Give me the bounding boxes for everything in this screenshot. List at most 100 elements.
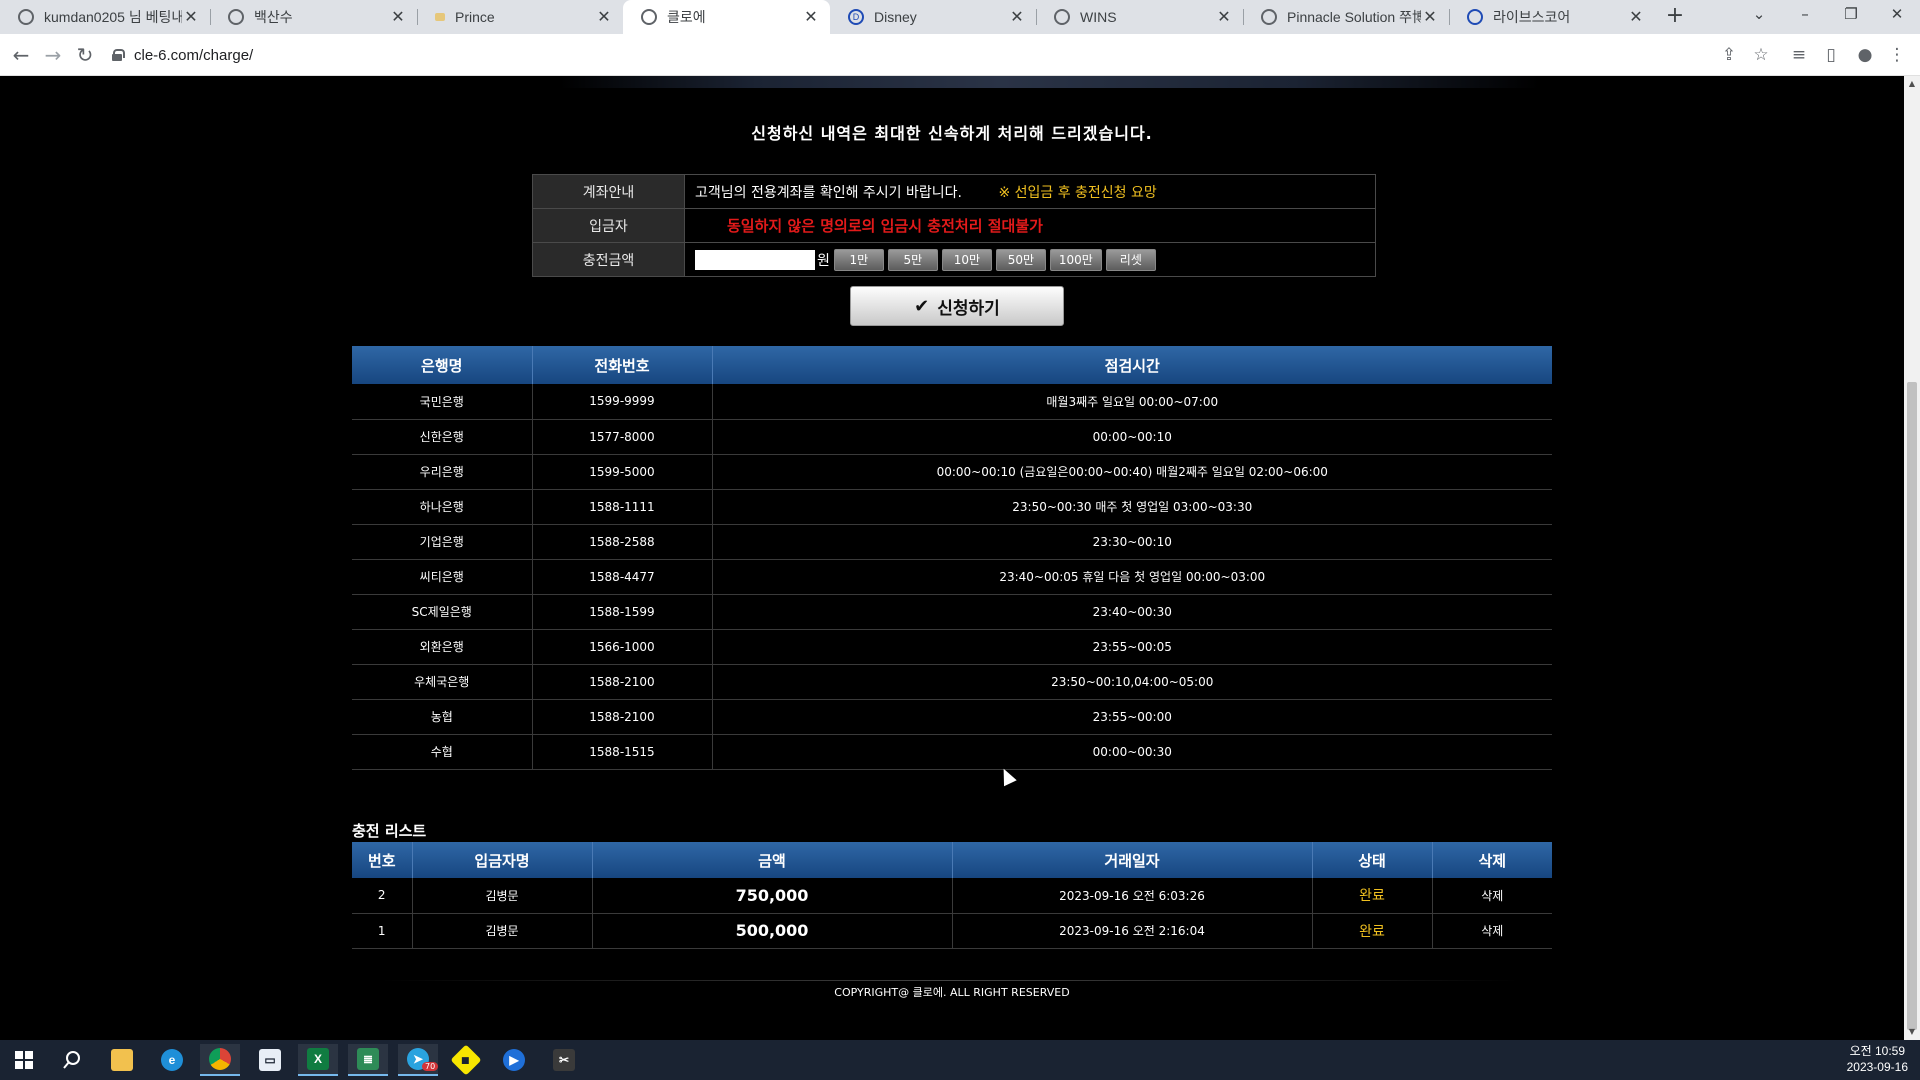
amount-cell: 500,000 <box>592 913 953 949</box>
tool-icon[interactable]: ✂ <box>544 1044 584 1076</box>
bank-name-cell: 외환은행 <box>352 629 533 665</box>
tab-prince[interactable]: Prince ✕ <box>417 0 623 34</box>
address-bar[interactable]: cle-6.com/charge/ <box>112 39 1672 71</box>
remote-icon[interactable]: ▶ <box>494 1044 534 1076</box>
status-badge: 완료 <box>1312 878 1433 914</box>
banner-image <box>560 76 1540 88</box>
share-icon[interactable]: ⇪ <box>1716 42 1742 68</box>
row-number-cell: 1 <box>352 913 413 949</box>
telegram-icon[interactable]: ➤ 70 <box>398 1044 439 1076</box>
phone-cell: 1588-2100 <box>532 699 713 735</box>
amount-10k-button[interactable]: 1만 <box>833 248 884 271</box>
tab-title: 백산수 <box>254 9 293 25</box>
delete-button[interactable]: 삭제 <box>1432 913 1552 949</box>
close-icon[interactable]: ✕ <box>1421 7 1439 27</box>
amount-1m-button[interactable]: 100만 <box>1049 248 1102 271</box>
account-note: ※ 선입금 후 충전신청 요망 <box>998 184 1157 201</box>
system-clock[interactable]: 오전 10:59 2023-09-16 <box>1847 1043 1908 1075</box>
table-row: SC제일은행 1588-1599 23:40~00:30 <box>352 594 1552 630</box>
amount-50k-button[interactable]: 5만 <box>887 248 938 271</box>
table-row: 수협 1588-1515 00:00~00:30 <box>352 734 1552 770</box>
profile-avatar-icon[interactable]: ● <box>1852 42 1878 68</box>
clock-time: 오전 10:59 <box>1849 1044 1906 1058</box>
tab-chloe[interactable]: 클로에 ✕ <box>623 0 830 34</box>
column-header-no: 번호 <box>352 842 413 878</box>
table-row: 국민은행 1599-9999 매월3째주 일요일 00:00~07:00 <box>352 384 1552 420</box>
amount-row: 충전금액 원 1만 5만 10만 50만 100만 리셋 <box>532 242 1376 277</box>
globe-icon <box>1261 9 1277 25</box>
app-window-icon[interactable]: ▭ <box>250 1044 290 1076</box>
currency-unit: 원 <box>817 252 830 269</box>
bookmark-star-icon[interactable]: ☆ <box>1748 42 1774 68</box>
bank-name-cell: SC제일은행 <box>352 594 533 630</box>
minimize-button[interactable]: – <box>1782 0 1828 30</box>
tab-kumdan[interactable]: kumdan0205 님 베팅내역 ✕ <box>0 0 210 34</box>
maintenance-time-cell: 23:50~00:10,04:00~05:00 <box>712 664 1552 700</box>
menu-kebab-icon[interactable]: ⋮ <box>1884 42 1910 68</box>
new-tab-button[interactable]: + <box>1662 4 1688 30</box>
side-panel-icon[interactable]: ▯ <box>1818 42 1844 68</box>
table-row: 하나은행 1588-1111 23:50~00:30 매주 첫 영업일 03:00~… <box>352 489 1552 525</box>
reload-button[interactable]: ↻ <box>70 40 100 70</box>
close-icon[interactable]: ✕ <box>802 7 820 27</box>
maintenance-time-cell: 매월3째주 일요일 00:00~07:00 <box>712 384 1552 420</box>
scroll-up-arrow-icon[interactable]: ▲ <box>1904 76 1920 92</box>
back-button[interactable]: ← <box>6 40 36 70</box>
reset-button[interactable]: 리셋 <box>1105 248 1156 271</box>
maintenance-time-cell: 00:00~00:10 (금요일은00:00~00:40) 매월2째주 일요일 … <box>712 454 1552 490</box>
tab-livescore[interactable]: 라이브스코어 ✕ <box>1449 0 1655 34</box>
maintenance-time-cell: 23:40~00:30 <box>712 594 1552 630</box>
file-explorer-icon[interactable] <box>102 1044 142 1076</box>
close-icon[interactable]: ✕ <box>1215 7 1233 27</box>
page-scrollbar[interactable]: ▲ ▼ <box>1904 76 1920 1040</box>
reading-list-icon[interactable]: ≡ <box>1786 42 1812 68</box>
apply-button[interactable]: ✔ 신청하기 <box>850 286 1064 326</box>
lock-icon[interactable] <box>112 49 125 61</box>
close-icon[interactable]: ✕ <box>389 7 407 27</box>
charge-form: 계좌안내 고객님의 전용계좌를 확인해 주시기 바랍니다. ※ 선입금 후 충전… <box>532 174 1376 277</box>
scroll-down-arrow-icon[interactable]: ▼ <box>1904 1024 1920 1040</box>
charge-list-table: 번호 입금자명 금액 거래일자 상태 삭제 2 김병문 750,000 2023-09… <box>352 842 1552 949</box>
phone-cell: 1599-5000 <box>532 454 713 490</box>
bank-name-cell: 기업은행 <box>352 524 533 560</box>
row-number-cell: 2 <box>352 878 413 914</box>
kakao-map-icon[interactable]: ◆ <box>446 1044 486 1076</box>
account-row: 계좌안내 고객님의 전용계좌를 확인해 주시기 바랍니다. ※ 선입금 후 충전… <box>532 174 1376 209</box>
window-close-button[interactable]: ✕ <box>1874 0 1920 30</box>
phone-cell: 1588-2588 <box>532 524 713 560</box>
tab-pinnacle[interactable]: Pinnacle Solution 쭈博体 ✕ <box>1243 0 1449 34</box>
windows-start-icon[interactable] <box>4 1044 44 1076</box>
amount-cell: 750,000 <box>592 878 953 914</box>
scroll-thumb[interactable] <box>1907 382 1917 1030</box>
close-icon[interactable]: ✕ <box>595 7 613 27</box>
edge-icon[interactable]: e <box>152 1044 192 1076</box>
table-header-row: 은행명 전화번호 점검시간 <box>352 346 1552 384</box>
maintenance-time-cell: 00:00~00:10 <box>712 419 1552 455</box>
browser-tab-bar: kumdan0205 님 베팅내역 ✕ 백산수 ✕ Prince ✕ 클로에 ✕… <box>0 0 1920 34</box>
column-header-status: 상태 <box>1312 842 1433 878</box>
bank-name-cell: 씨티은행 <box>352 559 533 595</box>
tab-search-icon[interactable]: ⌄ <box>1736 0 1782 30</box>
tab-disney[interactable]: D Disney ✕ <box>830 0 1036 34</box>
excel-icon[interactable]: X <box>298 1044 338 1076</box>
delete-button[interactable]: 삭제 <box>1432 878 1552 914</box>
amount-input[interactable] <box>695 249 815 270</box>
forward-button[interactable]: → <box>38 40 68 70</box>
url-text[interactable]: cle-6.com/charge/ <box>134 47 253 64</box>
close-icon[interactable]: ✕ <box>1008 7 1026 27</box>
transaction-date-cell: 2023-09-16 오전 6:03:26 <box>952 878 1313 914</box>
transaction-date-cell: 2023-09-16 오전 2:16:04 <box>952 913 1313 949</box>
table-row: 기업은행 1588-2588 23:30~00:10 <box>352 524 1552 560</box>
close-icon[interactable]: ✕ <box>182 7 200 27</box>
restore-button[interactable]: ❐ <box>1828 0 1874 30</box>
amount-500k-button[interactable]: 50만 <box>995 248 1046 271</box>
amount-100k-button[interactable]: 10만 <box>941 248 992 271</box>
table-row: 외환은행 1566-1000 23:55~00:05 <box>352 629 1552 665</box>
spreadsheet-icon[interactable]: ≣ <box>348 1044 388 1076</box>
chrome-icon[interactable] <box>200 1044 240 1076</box>
phone-cell: 1566-1000 <box>532 629 713 665</box>
close-icon[interactable]: ✕ <box>1627 7 1645 27</box>
search-icon[interactable] <box>52 1044 92 1076</box>
tab-wins[interactable]: WINS ✕ <box>1036 0 1243 34</box>
tab-baeksansu[interactable]: 백산수 ✕ <box>210 0 417 34</box>
